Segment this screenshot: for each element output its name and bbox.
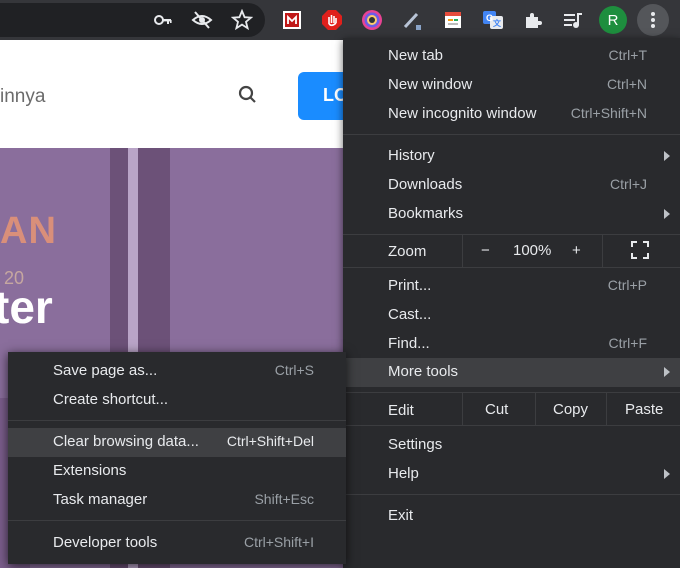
menu-item-exit[interactable]: Exit (343, 502, 680, 531)
menu-divider (343, 494, 680, 495)
mcafee-extension-icon[interactable] (280, 8, 304, 32)
pen-extension-icon[interactable] (400, 8, 424, 32)
submenu-arrow-icon (664, 209, 670, 219)
more-tools-submenu: Save page as... Ctrl+S Create shortcut..… (8, 352, 346, 564)
avatar-letter: R (607, 11, 619, 29)
menu-item-new-tab[interactable]: New tab Ctrl+T (343, 42, 680, 71)
copy-button[interactable]: Copy (553, 401, 588, 418)
menu-item-more-tools[interactable]: More tools (343, 358, 680, 387)
three-dots-vertical-icon (651, 12, 655, 28)
fullscreen-icon[interactable] (631, 241, 649, 264)
chrome-menu-button[interactable] (637, 4, 669, 36)
svg-text:G: G (486, 13, 493, 23)
profile-avatar[interactable]: R (599, 6, 627, 34)
submenu-item-extensions[interactable]: Extensions (8, 457, 346, 486)
submenu-item-save-page[interactable]: Save page as... Ctrl+S (8, 357, 346, 386)
menu-item-cast[interactable]: Cast... (343, 301, 680, 330)
menu-divider (8, 520, 346, 521)
edit-divider (606, 393, 607, 425)
site-search-input[interactable]: innya (0, 86, 45, 108)
menu-item-history[interactable]: History (343, 142, 680, 171)
submenu-item-developer-tools[interactable]: Developer tools Ctrl+Shift+I (8, 529, 346, 558)
menu-divider (343, 234, 680, 235)
edit-label: Edit (388, 402, 414, 419)
menu-item-bookmarks[interactable]: Bookmarks (343, 200, 680, 229)
key-icon[interactable] (151, 8, 175, 32)
menu-item-downloads[interactable]: Downloads Ctrl+J (343, 171, 680, 200)
bookmark-star-icon[interactable] (230, 8, 254, 32)
edit-divider (535, 393, 536, 425)
submenu-item-clear-browsing-data[interactable]: Clear browsing data... Ctrl+Shift+Del (8, 428, 346, 457)
reading-list-icon[interactable] (561, 8, 585, 32)
submenu-item-create-shortcut[interactable]: Create shortcut... (8, 386, 346, 415)
extensions-puzzle-icon[interactable] (521, 8, 545, 32)
menu-divider (8, 420, 346, 421)
hero-heading: ter (0, 281, 53, 333)
zoom-divider (602, 235, 603, 267)
zoom-out-button[interactable]: − (481, 242, 490, 259)
browser-toolbar: G文 R (0, 0, 680, 40)
address-bar[interactable] (0, 3, 265, 37)
edit-divider (462, 393, 463, 425)
zoom-label: Zoom (388, 243, 427, 260)
cut-button[interactable]: Cut (485, 401, 508, 418)
eye-off-icon[interactable] (190, 8, 214, 32)
submenu-item-task-manager[interactable]: Task manager Shift+Esc (8, 486, 346, 515)
menu-item-print[interactable]: Print... Ctrl+P (343, 272, 680, 301)
menu-divider (343, 392, 680, 393)
chrome-main-menu: New tab Ctrl+T New window Ctrl+N New inc… (343, 38, 680, 568)
menu-item-settings[interactable]: Settings (343, 431, 680, 460)
menu-divider (343, 267, 680, 268)
menu-divider (343, 425, 680, 426)
menu-item-new-window[interactable]: New window Ctrl+N (343, 71, 680, 100)
menu-divider (343, 134, 680, 135)
zoom-divider (462, 235, 463, 267)
paste-button[interactable]: Paste (625, 401, 663, 418)
submenu-arrow-icon (664, 469, 670, 479)
submenu-arrow-icon (664, 367, 670, 377)
zoom-level: 100% (513, 242, 552, 259)
menu-item-find[interactable]: Find... Ctrl+F (343, 330, 680, 359)
translate-extension-icon[interactable]: G文 (481, 8, 505, 32)
menu-item-new-incognito-window[interactable]: New incognito window Ctrl+Shift+N (343, 100, 680, 129)
hero-subheading: AN (0, 210, 57, 252)
zoom-in-button[interactable]: + (572, 242, 581, 259)
color-extension-icon[interactable] (360, 8, 384, 32)
notes-extension-icon[interactable] (441, 8, 465, 32)
search-icon[interactable] (238, 85, 258, 110)
adblock-extension-icon[interactable] (320, 8, 344, 32)
menu-item-help[interactable]: Help (343, 460, 680, 489)
submenu-arrow-icon (664, 151, 670, 161)
svg-text:文: 文 (493, 18, 502, 28)
